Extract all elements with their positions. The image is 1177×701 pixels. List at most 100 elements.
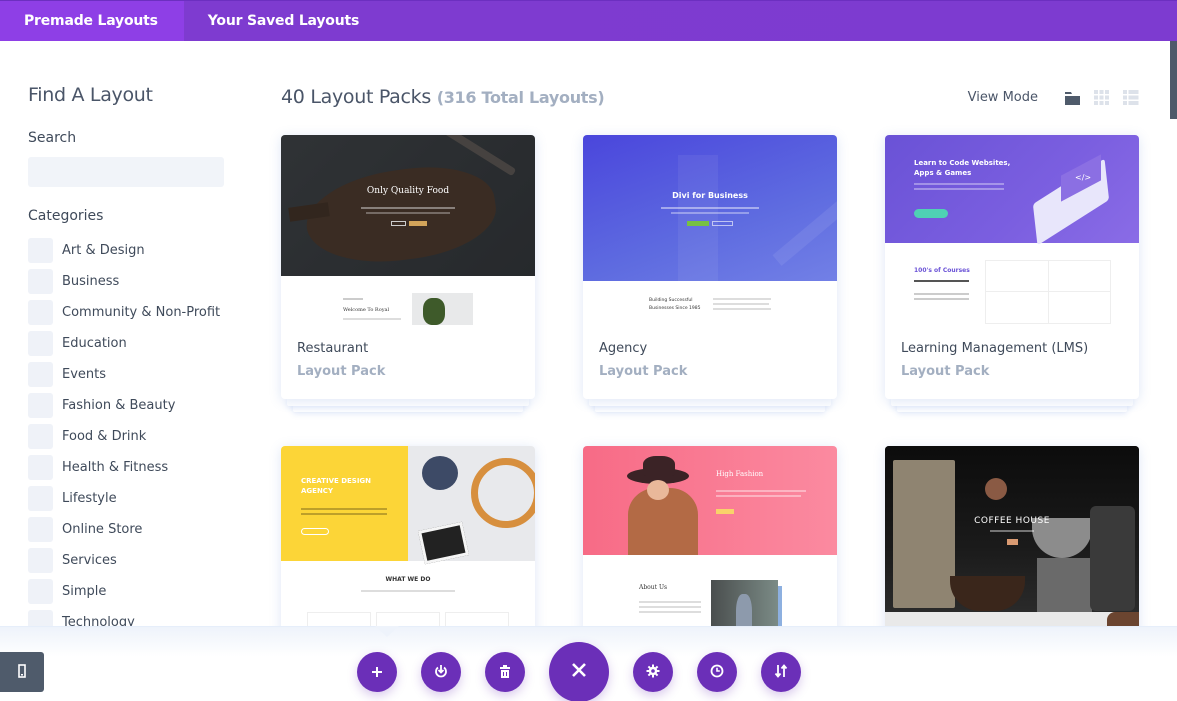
- category-item[interactable]: Business: [28, 266, 228, 297]
- thumb-heading: COFFEE HOUSE: [974, 516, 1050, 526]
- card-stack-edge: [287, 398, 529, 406]
- thumb-heading: Divi for Business: [672, 191, 748, 200]
- phone-icon: [17, 663, 27, 682]
- card-subtitle: Layout Pack: [599, 364, 688, 379]
- category-label: Food & Drink: [62, 429, 147, 444]
- card-subtitle: Layout Pack: [297, 364, 386, 379]
- main-title: 40 Layout Packs (316 Total Layouts): [281, 86, 605, 108]
- category-list: Art & Design Business Community & Non-Pr…: [28, 235, 228, 638]
- thumb-subheading: Welcome To Royal: [343, 307, 390, 313]
- category-label: Fashion & Beauty: [62, 398, 176, 413]
- card-subtitle: Layout Pack: [901, 364, 990, 379]
- categories-label: Categories: [28, 208, 104, 224]
- category-label: Business: [62, 274, 120, 289]
- category-checkbox[interactable]: [28, 238, 53, 263]
- folder-view-icon[interactable]: [1064, 89, 1081, 106]
- view-mode-switcher: View Mode: [968, 89, 1139, 106]
- card-title: Agency: [599, 341, 648, 356]
- sidebar: Find A Layout Search Categories Art & De…: [28, 84, 228, 638]
- category-item[interactable]: Fashion & Beauty: [28, 390, 228, 421]
- category-label: Simple: [62, 584, 107, 599]
- close-button[interactable]: [549, 642, 609, 701]
- card-stack-edge: [891, 398, 1133, 406]
- category-checkbox[interactable]: [28, 300, 53, 325]
- category-label: Lifestyle: [62, 491, 117, 506]
- category-checkbox[interactable]: [28, 548, 53, 573]
- clock-icon: [710, 663, 724, 682]
- category-item[interactable]: Events: [28, 359, 228, 390]
- category-checkbox[interactable]: [28, 269, 53, 294]
- category-item[interactable]: Lifestyle: [28, 483, 228, 514]
- category-label: Online Store: [62, 522, 143, 537]
- power-download-icon: [434, 663, 448, 682]
- portability-button[interactable]: [761, 652, 801, 692]
- layout-pack-card-agency[interactable]: Divi for Business Building Successful Bu…: [583, 135, 837, 412]
- grid-view-icon[interactable]: [1093, 89, 1110, 106]
- card-thumbnail: COFFEE HOUSE: [885, 446, 1139, 636]
- card-thumbnail: High Fashion About Us: [583, 446, 837, 636]
- category-checkbox[interactable]: [28, 424, 53, 449]
- card-title: Learning Management (LMS): [901, 341, 1089, 356]
- responsive-view-button[interactable]: [0, 652, 44, 692]
- category-item[interactable]: Community & Non-Profit: [28, 297, 228, 328]
- category-item[interactable]: Art & Design: [28, 235, 228, 266]
- thumb-subheading: Building Successful Businesses Since 198…: [649, 298, 701, 311]
- thumb-subheading: 100's of Courses: [914, 267, 970, 274]
- top-tab-bar: Premade Layouts Your Saved Layouts: [0, 0, 1177, 41]
- page-settings-button[interactable]: [633, 652, 673, 692]
- category-label: Art & Design: [62, 243, 145, 258]
- card-thumbnail: Divi for Business Building Successful Bu…: [583, 135, 837, 325]
- category-item[interactable]: Simple: [28, 576, 228, 607]
- category-checkbox[interactable]: [28, 393, 53, 418]
- tab-premade-layouts[interactable]: Premade Layouts: [0, 1, 184, 41]
- sidebar-title: Find A Layout: [28, 84, 153, 106]
- history-button[interactable]: [697, 652, 737, 692]
- tab-your-saved-layouts[interactable]: Your Saved Layouts: [184, 1, 385, 41]
- load-layout-button[interactable]: [421, 652, 461, 692]
- layout-pack-card-restaurant[interactable]: Only Quality Food Welcome To Royal Resta…: [281, 135, 535, 412]
- category-item[interactable]: Food & Drink: [28, 421, 228, 452]
- card-thumbnail: Learn to Code Websites, Apps & Games </>…: [885, 135, 1139, 325]
- category-item[interactable]: Health & Fitness: [28, 452, 228, 483]
- clear-layout-button[interactable]: [485, 652, 525, 692]
- category-checkbox[interactable]: [28, 331, 53, 356]
- card-title: Restaurant: [297, 341, 369, 356]
- thumb-heading: Learn to Code Websites, Apps & Games: [914, 159, 1011, 177]
- category-checkbox[interactable]: [28, 486, 53, 511]
- search-label: Search: [28, 130, 77, 146]
- category-checkbox[interactable]: [28, 455, 53, 480]
- category-checkbox[interactable]: [28, 579, 53, 604]
- toolbar-notch: [375, 626, 399, 637]
- category-item[interactable]: Education: [28, 328, 228, 359]
- category-label: Services: [62, 553, 117, 568]
- view-mode-label: View Mode: [967, 90, 1038, 105]
- scrollbar-thumb[interactable]: [1170, 41, 1177, 119]
- thumb-heading: High Fashion: [716, 470, 764, 478]
- thumb-subheading: About Us: [639, 584, 668, 591]
- trash-icon: [499, 663, 511, 682]
- category-label: Education: [62, 336, 127, 351]
- layout-pack-card-coffee[interactable]: COFFEE HOUSE: [885, 446, 1139, 636]
- add-button[interactable]: [357, 652, 397, 692]
- thumb-heading: Only Quality Food: [366, 186, 450, 196]
- card-thumbnail: Only Quality Food Welcome To Royal: [281, 135, 535, 325]
- card-stack-edge: [589, 398, 831, 406]
- category-item[interactable]: Services: [28, 545, 228, 576]
- category-label: Community & Non-Profit: [62, 305, 221, 320]
- thumb-heading: CREATIVE DESIGN AGENCY: [301, 477, 372, 495]
- layout-pack-count: 40 Layout Packs: [281, 86, 431, 108]
- layout-pack-card-lms[interactable]: Learn to Code Websites, Apps & Games </>…: [885, 135, 1139, 412]
- category-checkbox[interactable]: [28, 517, 53, 542]
- category-item[interactable]: Online Store: [28, 514, 228, 545]
- category-checkbox[interactable]: [28, 362, 53, 387]
- thumb-subheading: WHAT WE DO: [385, 576, 431, 583]
- category-label: Events: [62, 367, 107, 382]
- layout-pack-card-fashion[interactable]: High Fashion About Us: [583, 446, 837, 636]
- gear-icon: [646, 663, 660, 682]
- sort-arrows-icon: [774, 663, 788, 682]
- total-layout-count: (316 Total Layouts): [436, 88, 605, 107]
- card-thumbnail: CREATIVE DESIGN AGENCY WHAT WE DO: [281, 446, 535, 636]
- search-input[interactable]: [28, 157, 224, 187]
- layout-pack-card-design-agency[interactable]: CREATIVE DESIGN AGENCY WHAT WE DO: [281, 446, 535, 636]
- list-view-icon[interactable]: [1122, 89, 1139, 106]
